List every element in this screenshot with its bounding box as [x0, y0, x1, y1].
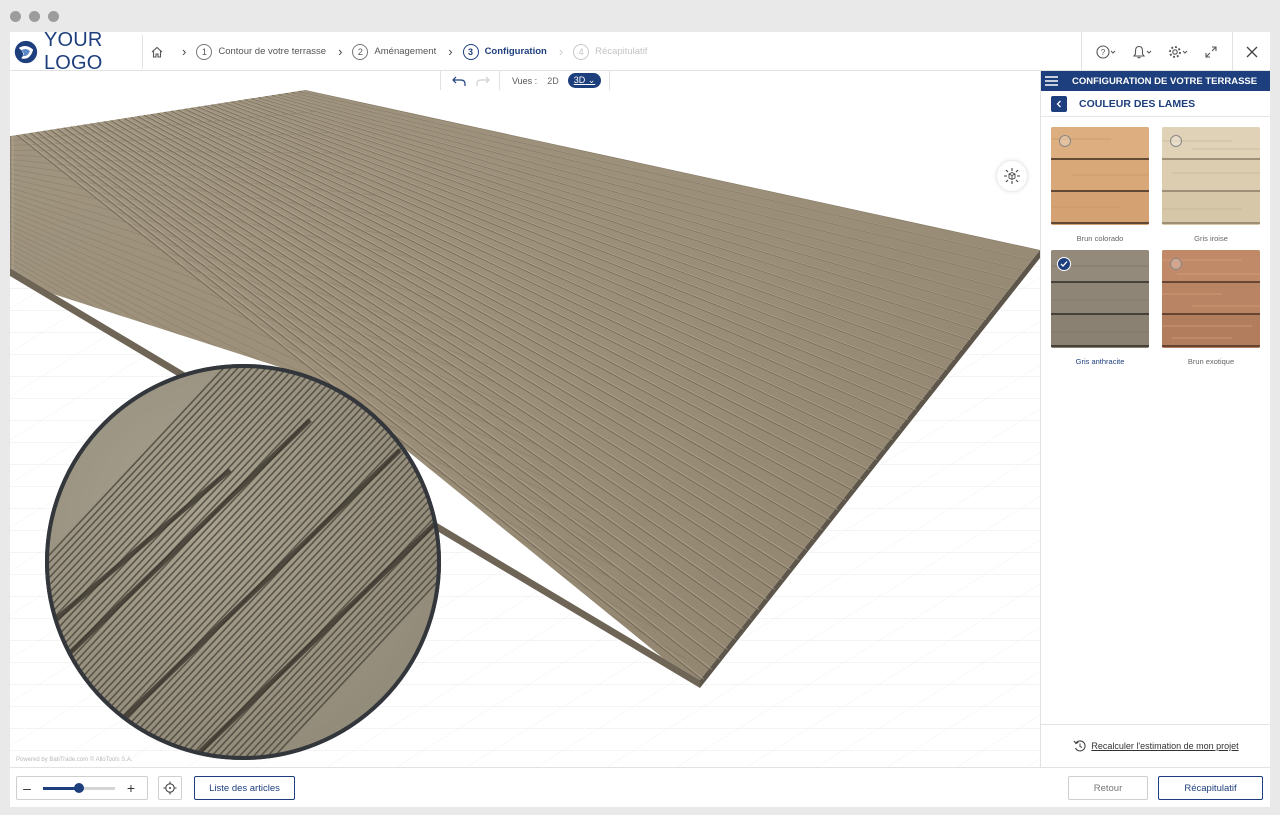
- redo-icon[interactable]: [475, 75, 491, 87]
- swatch-label: Gris iroise: [1194, 234, 1228, 243]
- logo[interactable]: YOUR LOGO: [13, 32, 143, 74]
- 3d-viewport[interactable]: Powered by BatiTrade.com © AlloTools S.A…: [10, 90, 1040, 767]
- step-number: 3: [462, 43, 479, 60]
- 3d-scene[interactable]: [10, 90, 1040, 767]
- view-3d-label: 3D: [573, 75, 586, 85]
- step-number: 2: [352, 43, 369, 60]
- toolbar-divider: [499, 71, 500, 90]
- logo-mark-icon: [14, 40, 38, 64]
- chevron-left-icon: [1056, 100, 1061, 107]
- swatch-gris-iroise[interactable]: [1162, 127, 1260, 225]
- summary-button[interactable]: Récapitulatif: [1158, 776, 1263, 800]
- window-controls: [10, 11, 59, 22]
- orbit-icon: [1004, 168, 1020, 184]
- expand-icon[interactable]: [1204, 45, 1218, 59]
- back-button[interactable]: [1051, 95, 1067, 112]
- logo-text: YOUR LOGO: [43, 32, 103, 74]
- zoom-in-button[interactable]: +: [121, 780, 141, 796]
- chevron-right-icon: ›: [338, 44, 343, 59]
- configuration-panel: CONFIGURATION DE VOTRE TERRASSE COULEUR …: [1040, 71, 1270, 767]
- credit-text: Powered by BatiTrade.com © AlloTools S.A…: [16, 757, 133, 763]
- zoom-slider-handle[interactable]: [74, 782, 84, 793]
- chevron-right-icon: ›: [558, 44, 564, 59]
- swatch-label: Brun exotique: [1187, 357, 1235, 366]
- chevron-right-icon: ›: [448, 44, 453, 59]
- panel-header: CONFIGURATION DE VOTRE TERRASSE: [1041, 71, 1270, 91]
- zoom-slider[interactable]: [43, 782, 115, 793]
- menu-icon[interactable]: [1045, 76, 1058, 86]
- browser-window: YOUR LOGO › 1 Contour de votre terrasse …: [0, 0, 1280, 815]
- help-icon[interactable]: ?: [1096, 44, 1118, 59]
- selected-check-icon: [1057, 257, 1071, 271]
- recalculate-label: Recalculer l'estimation de mon projet: [1091, 741, 1239, 751]
- bell-icon[interactable]: [1132, 45, 1154, 59]
- crosshair-icon: [163, 781, 177, 795]
- article-list-button[interactable]: Liste des articles: [194, 776, 295, 800]
- window-dot-close[interactable]: [10, 11, 21, 22]
- window-dot-minimize[interactable]: [29, 11, 40, 22]
- swatch-brun-colorado[interactable]: [1051, 127, 1149, 225]
- step-number: 1: [196, 43, 213, 60]
- view-3d-button[interactable]: 3D ⌄: [567, 73, 602, 88]
- zoom-control: – +: [16, 776, 148, 800]
- home-icon[interactable]: [150, 45, 164, 59]
- chevron-right-icon: ›: [182, 44, 187, 59]
- swatch-label: Brun colorado: [1076, 234, 1124, 243]
- step-label: Configuration: [484, 46, 547, 57]
- panel-title: CONFIGURATION DE VOTRE TERRASSE: [1072, 75, 1258, 87]
- panel-subtitle: COULEUR DES LAMES: [1079, 97, 1196, 110]
- app-container: YOUR LOGO › 1 Contour de votre terrasse …: [10, 32, 1270, 807]
- breadcrumb: › 1 Contour de votre terrasse › 2 Aménag…: [150, 32, 651, 71]
- header-actions: ?: [1081, 32, 1270, 71]
- step-contour[interactable]: 1 Contour de votre terrasse: [196, 43, 327, 60]
- zoom-out-button[interactable]: –: [17, 780, 37, 796]
- swatch-radio: [1170, 258, 1182, 270]
- step-amenagement[interactable]: 2 Aménagement: [352, 43, 437, 60]
- undo-icon[interactable]: [451, 75, 467, 87]
- view-toolbar: Vues : 2D 3D ⌄: [440, 71, 610, 90]
- recenter-button[interactable]: [158, 776, 182, 800]
- close-button[interactable]: [1232, 32, 1270, 71]
- window-dot-maximize[interactable]: [48, 11, 59, 22]
- swatch-radio: [1059, 135, 1071, 147]
- step-recapitulatif: 4 Récapitulatif: [573, 43, 648, 60]
- step-label: Récapitulatif: [595, 46, 648, 57]
- svg-text:?: ?: [1101, 48, 1106, 57]
- camera-reset-button[interactable]: [997, 161, 1027, 191]
- header-icon-group: ?: [1081, 32, 1232, 71]
- recalculate-estimate-link[interactable]: Recalculer l'estimation de mon projet: [1041, 724, 1270, 767]
- app-footer: – + Liste des articles Retour Récapitula…: [10, 767, 1270, 807]
- view-2d-button[interactable]: 2D: [547, 76, 559, 86]
- close-icon: [1246, 46, 1257, 57]
- gear-icon[interactable]: [1168, 45, 1190, 59]
- swatch-label: Gris anthracite: [1075, 357, 1125, 366]
- swatch-brun-exotique[interactable]: [1162, 250, 1260, 348]
- step-number: 4: [573, 43, 590, 60]
- app-header: YOUR LOGO › 1 Contour de votre terrasse …: [10, 32, 1270, 74]
- step-configuration[interactable]: 3 Configuration: [462, 43, 547, 60]
- step-label: Contour de votre terrasse: [218, 46, 327, 57]
- step-label: Aménagement: [374, 46, 437, 57]
- panel-subheader: COULEUR DES LAMES: [1041, 91, 1270, 117]
- back-step-button[interactable]: Retour: [1068, 776, 1148, 800]
- swatch-radio: [1170, 135, 1182, 147]
- refresh-icon: [1073, 740, 1086, 752]
- views-label: Vues :: [512, 75, 538, 86]
- swatch-gris-anthracite[interactable]: [1051, 250, 1149, 348]
